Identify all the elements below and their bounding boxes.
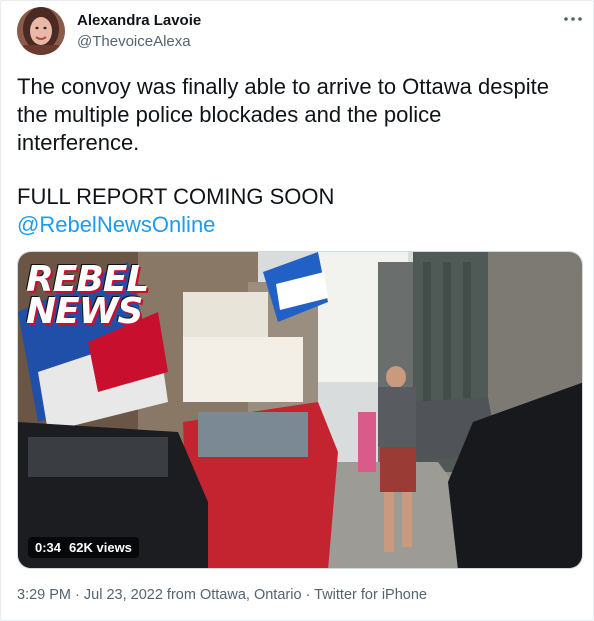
rebel-news-logo: REBEL NEWS xyxy=(26,262,149,332)
author-handle[interactable]: @ThevoiceAlexa xyxy=(77,33,191,50)
mention-link[interactable]: @RebelNewsOnline xyxy=(17,211,215,239)
tweet-report-line: FULL REPORT COMING SOON xyxy=(17,184,335,209)
video-views: 62K views xyxy=(69,540,132,555)
tweet-time[interactable]: 3:29 PM xyxy=(17,587,71,603)
more-horizontal-icon xyxy=(564,17,582,21)
video-meta-badge: 0:34 62K views xyxy=(28,537,139,558)
tweet-text: The convoy was finally able to arrive to… xyxy=(17,73,583,157)
tweet-meta: 3:29 PM · Jul 23, 2022 from Ottawa, Onta… xyxy=(17,587,427,603)
video-duration: 0:34 xyxy=(35,540,62,555)
avatar[interactable] xyxy=(17,7,65,55)
tweet-text-line: the multiple police blockades and the po… xyxy=(17,102,442,127)
separator: · xyxy=(301,587,315,603)
tweet-location[interactable]: Ottawa, Ontario xyxy=(200,587,302,603)
more-options-button[interactable] xyxy=(559,9,587,29)
author-name[interactable]: Alexandra Lavoie xyxy=(77,12,201,29)
tweet-card: Alexandra Lavoie @ThevoiceAlexa The conv… xyxy=(0,0,594,621)
separator: · xyxy=(71,587,84,603)
video-player[interactable]: REBEL NEWS 0:34 62K views xyxy=(17,251,583,569)
avatar-image xyxy=(17,7,65,55)
tweet-text-line: The convoy was finally able to arrive to… xyxy=(17,74,549,99)
tweet-client[interactable]: Twitter for iPhone xyxy=(314,587,427,603)
from-label: from xyxy=(162,587,200,603)
tweet-text-line: interference. xyxy=(17,130,140,155)
tweet-date[interactable]: Jul 23, 2022 xyxy=(84,587,163,603)
logo-line: NEWS xyxy=(26,291,143,332)
